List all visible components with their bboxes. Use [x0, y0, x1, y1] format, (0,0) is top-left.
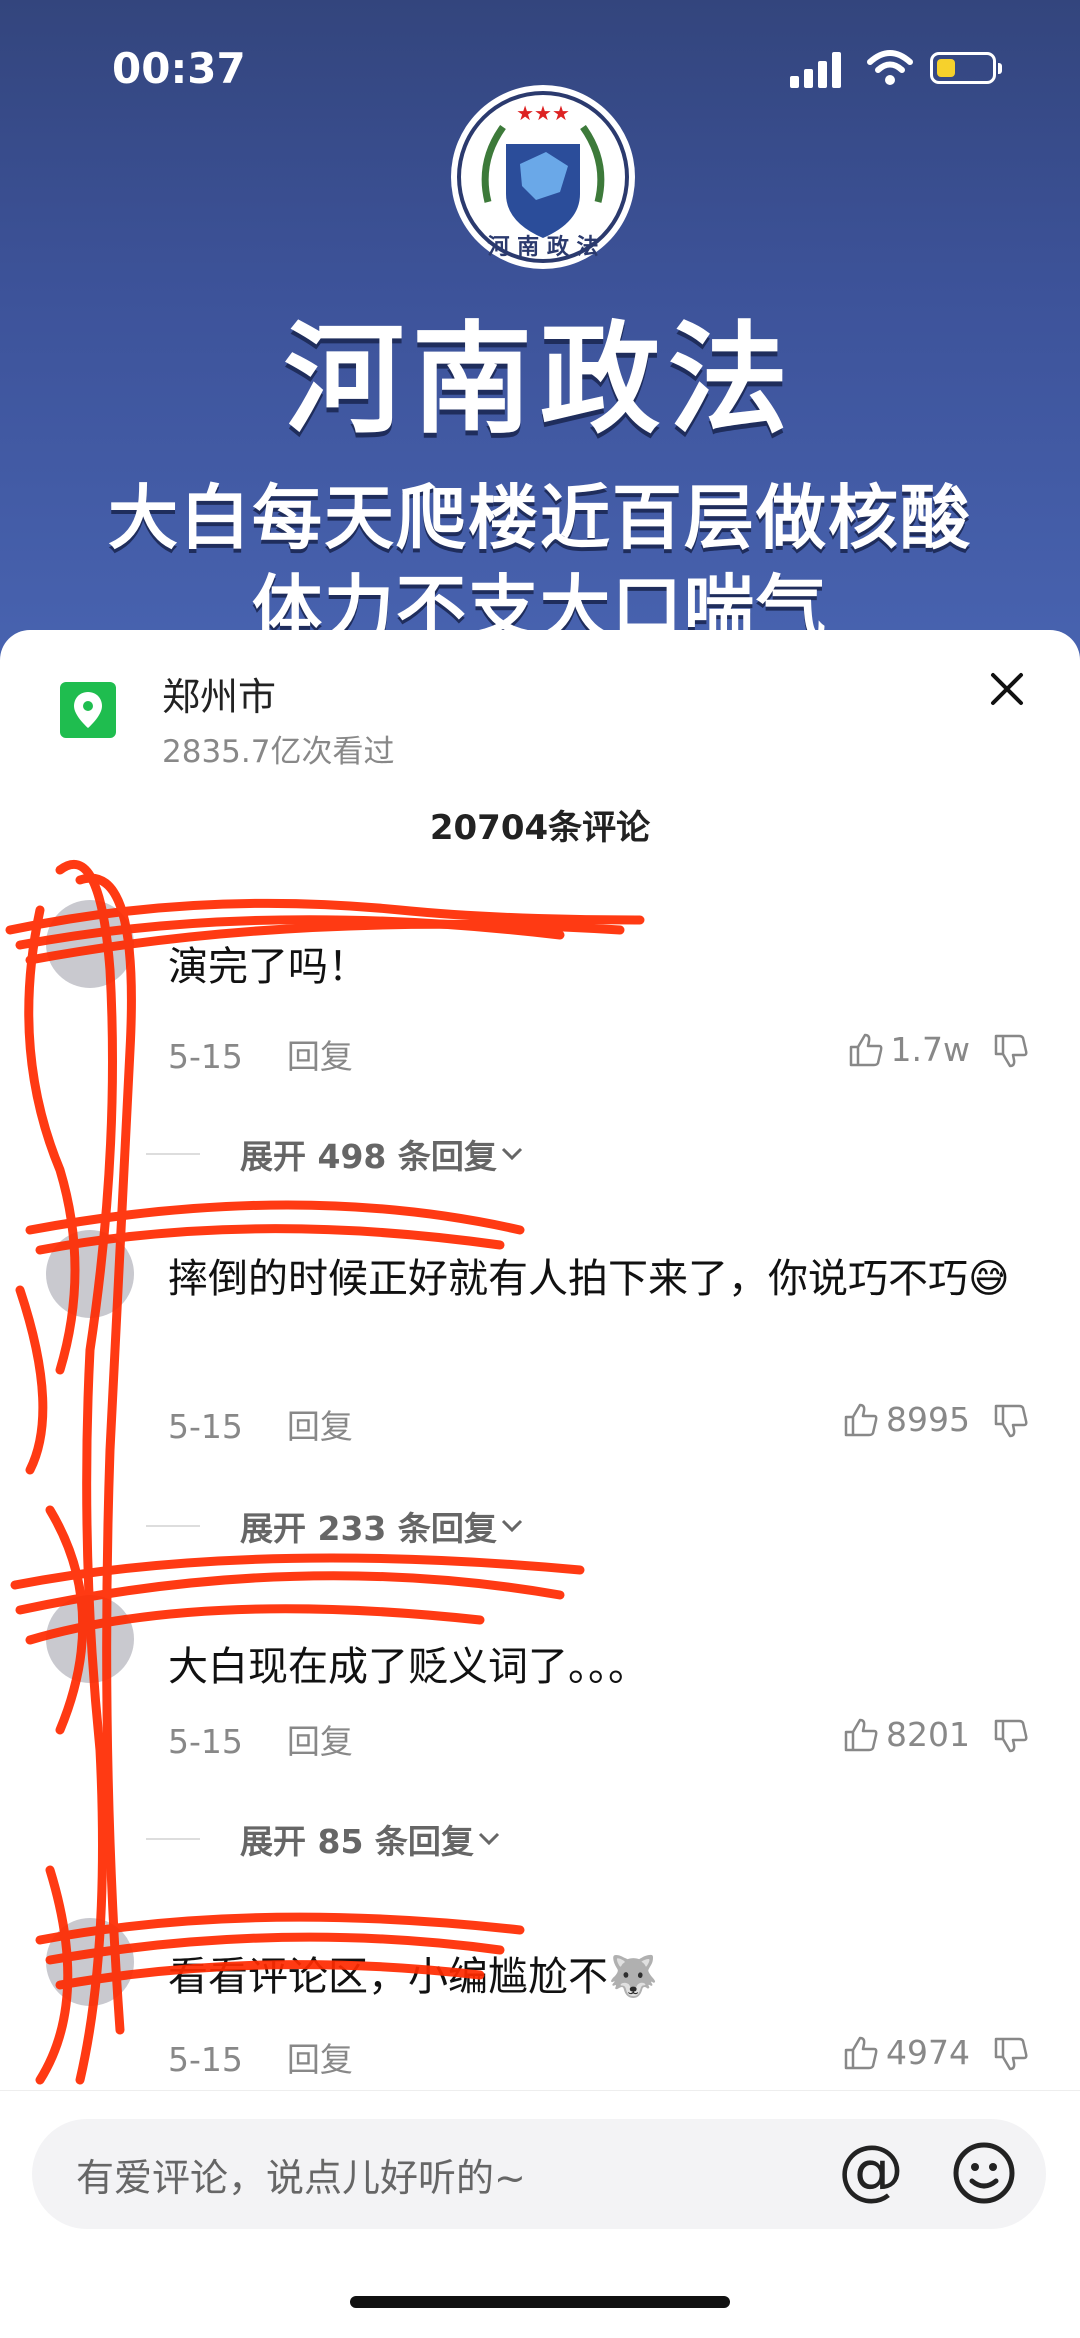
comment-meta: 5-15 回复	[168, 1715, 353, 1763]
comment-meta: 5-15 回复	[168, 1030, 353, 1078]
thumbs-up-icon	[844, 2036, 878, 2069]
location-pin-icon[interactable]	[60, 682, 116, 738]
like-button[interactable]: 4974	[842, 2033, 970, 2072]
expand-replies-label: 展开 498 条回复	[240, 1137, 497, 1176]
chevron-down-icon	[478, 1832, 499, 1846]
expand-replies-button[interactable]: 展开 498 条回复	[146, 1130, 527, 1178]
comment-sheet: 郑州市 2835.7亿次看过 20704条评论 演完了吗！ 5-15 回复 1.7…	[0, 630, 1080, 2337]
expand-replies-button[interactable]: 展开 233 条回复	[146, 1502, 527, 1550]
at-icon[interactable]: @	[838, 2137, 904, 2203]
battery-icon	[930, 52, 1002, 84]
comment-meta: 5-15 回复	[168, 1400, 353, 1448]
thumbs-down-icon[interactable]	[992, 1402, 1030, 1440]
thumbs-down-icon[interactable]	[992, 1032, 1030, 1070]
like-count: 8995	[886, 1400, 970, 1439]
comment-date: 5-15	[168, 1722, 243, 1761]
comment-text: 摔倒的时候正好就有人拍下来了，你说巧不巧😅	[168, 1256, 1010, 1302]
comment-meta: 5-15 回复	[168, 2033, 353, 2081]
like-button[interactable]: 8201	[842, 1715, 970, 1754]
like-button[interactable]: 1.7w	[847, 1030, 970, 1069]
video-player[interactable]: 00:37 ★★★ 河 南 政 法 河南政法 大白每天爬楼近百层做核酸 体力不支…	[0, 0, 1080, 660]
comment-text: 大白现在成了贬义词了。。。	[168, 1644, 648, 1690]
location-views: 2835.7亿次看过	[162, 734, 395, 770]
close-icon[interactable]	[990, 666, 1024, 714]
like-count: 8201	[886, 1715, 970, 1754]
thumbs-down-icon[interactable]	[992, 1717, 1030, 1755]
avatar[interactable]	[46, 1918, 134, 2006]
like-button[interactable]: 8995	[842, 1400, 970, 1439]
thumbs-down-icon[interactable]	[992, 2035, 1030, 2073]
location-name[interactable]: 郑州市	[162, 666, 276, 721]
reply-button[interactable]: 回复	[287, 2040, 353, 2079]
comment-date: 5-15	[168, 1037, 243, 1076]
avatar[interactable]	[46, 900, 134, 988]
thumbs-up-icon	[849, 1033, 883, 1066]
chevron-down-icon	[501, 1147, 522, 1161]
svg-text:河 南 政 法: 河 南 政 法	[488, 234, 599, 260]
comment-text: 演完了吗！	[168, 944, 368, 990]
comments-count: 20704条评论	[429, 808, 651, 848]
comment-date: 5-15	[168, 1407, 243, 1446]
svg-text:★★★: ★★★	[516, 101, 570, 125]
video-subtitle-line1: 大白每天爬楼近百层做核酸	[108, 477, 972, 559]
comment-date: 5-15	[168, 2040, 243, 2079]
video-title: 河南政法	[284, 311, 796, 450]
expand-replies-label: 展开 85 条回复	[240, 1822, 474, 1861]
home-indicator[interactable]	[350, 2296, 730, 2308]
avatar[interactable]	[46, 1230, 134, 1318]
comment-input[interactable]: 有爱评论，说点儿好听的~ @	[32, 2119, 1046, 2229]
reply-button[interactable]: 回复	[287, 1407, 353, 1446]
emoji-icon[interactable]	[952, 2141, 1016, 2205]
reply-button[interactable]: 回复	[287, 1037, 353, 1076]
expand-replies-button[interactable]: 展开 85 条回复	[146, 1815, 504, 1863]
cellular-signal-icon	[790, 52, 844, 88]
comment-input-placeholder: 有爱评论，说点儿好听的~	[76, 2156, 526, 2200]
like-count: 1.7w	[890, 1030, 970, 1069]
henan-zhengfa-emblem: ★★★ 河 南 政 法	[451, 85, 635, 269]
wifi-icon	[867, 50, 913, 85]
reply-button[interactable]: 回复	[287, 1722, 353, 1761]
thumbs-up-icon	[844, 1403, 878, 1436]
status-time: 00:37	[112, 44, 246, 93]
like-count: 4974	[886, 2033, 970, 2072]
thumbs-up-icon	[844, 1718, 878, 1751]
comment-text: 看看评论区，小编尴尬不🐺	[168, 1954, 658, 2000]
expand-replies-label: 展开 233 条回复	[240, 1509, 497, 1548]
avatar[interactable]	[46, 1595, 134, 1683]
chevron-down-icon	[501, 1519, 522, 1533]
